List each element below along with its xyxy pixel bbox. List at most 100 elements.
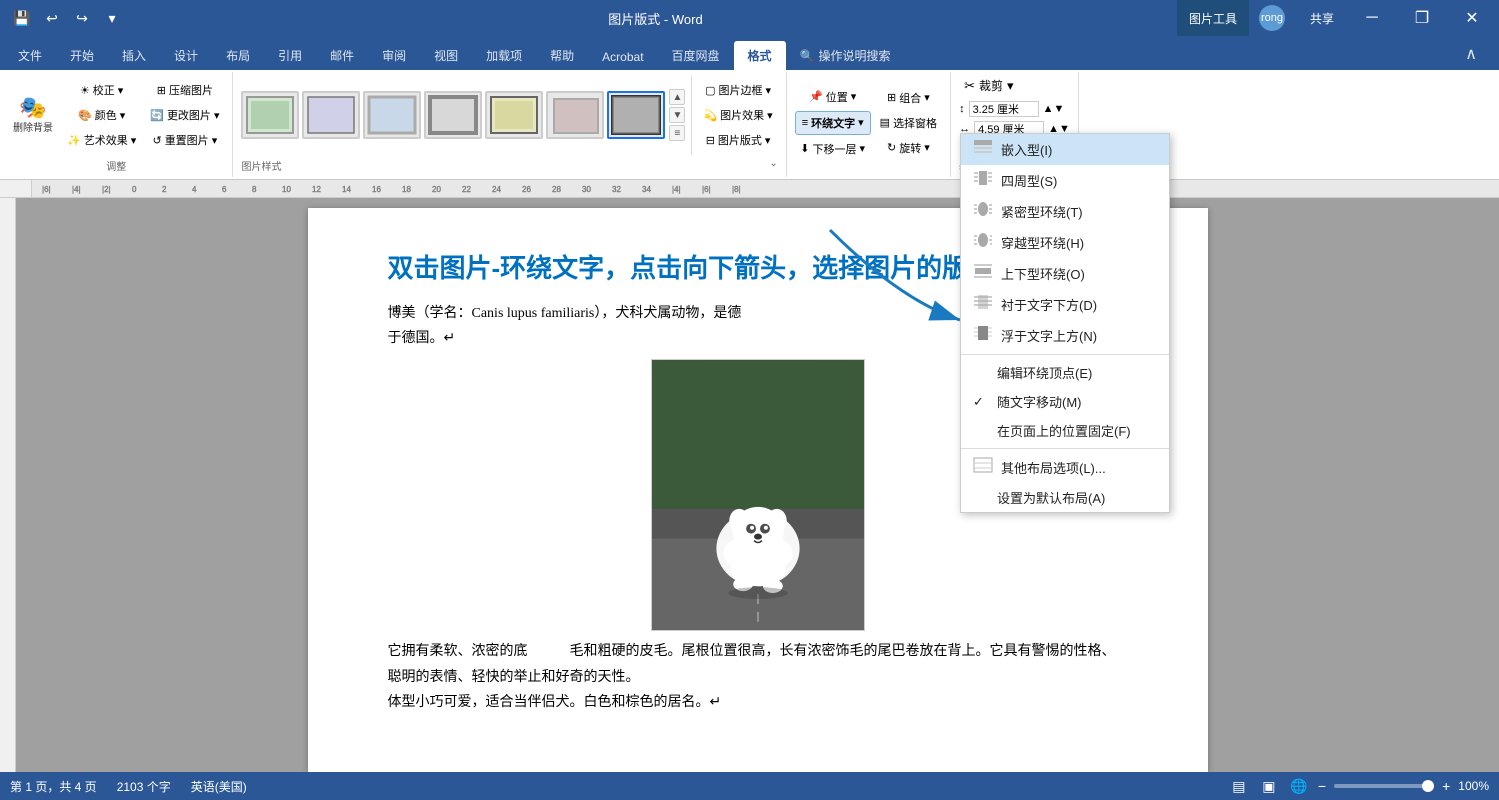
set-default-layout-item[interactable]: 设置为默认布局(A): [961, 483, 1169, 512]
read-mode-btn[interactable]: ▤: [1228, 775, 1250, 797]
more-layout-item[interactable]: 其他布局选项(L)...: [961, 452, 1169, 483]
pic-layout-btn[interactable]: ⊟ 图片版式 ▾: [698, 129, 777, 151]
wrap-inline-item[interactable]: 嵌入型(I): [961, 134, 1169, 165]
tab-help[interactable]: 帮助: [536, 41, 588, 70]
fix-position-item[interactable]: 在页面上的位置固定(F): [961, 416, 1169, 445]
change-icon: 🔄: [150, 109, 164, 122]
language: 英语(美国): [191, 778, 247, 795]
page-info: 第 1 页，共 4 页: [10, 778, 97, 795]
select-pane-icon: ▤: [880, 116, 890, 129]
window-title: 图片版式 - Word: [134, 9, 1177, 28]
svg-text:2: 2: [162, 185, 167, 194]
plus-zoom-btn[interactable]: +: [1442, 778, 1450, 794]
tab-acrobat[interactable]: Acrobat: [588, 44, 657, 70]
pic-style-3[interactable]: [363, 91, 421, 139]
rotate-btn[interactable]: ↻ 旋转 ▾: [875, 137, 942, 159]
dog-image[interactable]: [651, 359, 865, 631]
layout-dropdown-icon: ▾: [765, 134, 771, 147]
art-effect-btn[interactable]: ✨ 艺术效果 ▾: [62, 129, 141, 151]
combine-icon: ⊞: [887, 91, 896, 104]
tab-home[interactable]: 开始: [56, 41, 108, 70]
close-btn[interactable]: ✕: [1449, 0, 1495, 36]
tab-insert[interactable]: 插入: [108, 41, 160, 70]
pic-style-4[interactable]: [424, 91, 482, 139]
pic-styles-expand-btn[interactable]: ⌄: [769, 158, 777, 173]
height-input[interactable]: [969, 101, 1039, 117]
arrow-annotation: [820, 220, 980, 345]
tab-ref[interactable]: 引用: [264, 41, 316, 70]
wrap-topbottom-item[interactable]: 上下型环绕(O): [961, 258, 1169, 289]
color-btn[interactable]: 🎨 颜色 ▾: [62, 104, 141, 126]
height-spinner[interactable]: ▲▼: [1043, 103, 1065, 115]
svg-text:32: 32: [612, 185, 621, 194]
wrap-through-item[interactable]: 穿越型环绕(H): [961, 227, 1169, 258]
gallery-down-btn[interactable]: ▼: [669, 107, 685, 123]
tab-format[interactable]: 格式: [734, 41, 786, 70]
corrections-btn[interactable]: ☀ 校正 ▾: [62, 79, 141, 101]
svg-text:|4|: |4|: [72, 185, 81, 194]
word-count: 2103 个字: [117, 778, 171, 795]
document-area[interactable]: 双击图片-环绕文字，点击向下箭头，选择图片的版式 博美（学名：Canis lup…: [16, 198, 1499, 772]
minus-zoom-btn[interactable]: −: [1318, 778, 1326, 794]
wrap-infront-item[interactable]: 浮于文字上方(N): [961, 320, 1169, 351]
tab-design[interactable]: 设计: [160, 41, 212, 70]
wrap-square-item[interactable]: 四周型(S): [961, 165, 1169, 196]
wrap-tight-item[interactable]: 紧密型环绕(T): [961, 196, 1169, 227]
reset-pic-btn[interactable]: ↺ 重置图片 ▾: [145, 129, 224, 151]
gallery-more-btn[interactable]: ≡: [669, 125, 685, 141]
tab-file[interactable]: 文件: [4, 41, 56, 70]
undo-btn[interactable]: ↩: [38, 4, 66, 32]
tab-collapse[interactable]: ∧: [1451, 38, 1491, 70]
tab-baidu[interactable]: 百度网盘: [658, 41, 734, 70]
tab-layout[interactable]: 布局: [212, 41, 264, 70]
tab-mail[interactable]: 邮件: [316, 41, 368, 70]
pic-style-5[interactable]: [485, 91, 543, 139]
compress-btn[interactable]: ⊞ 压缩图片: [145, 79, 224, 101]
title-right: rong 共享 ─ ❐ ✕: [1249, 0, 1499, 36]
remove-background-btn[interactable]: 🎭 删除背景: [8, 92, 58, 138]
select-pane-btn[interactable]: ▤ 选择窗格: [875, 112, 942, 134]
edit-wrap-points-item[interactable]: 编辑环绕顶点(E): [961, 358, 1169, 387]
redo-btn[interactable]: ↪: [68, 4, 96, 32]
crop-btn[interactable]: ✂ 裁剪 ▾: [959, 74, 1018, 97]
pic-styles-content: ▲ ▼ ≡ ▢ 图片边框 ▾ 💫 图片效果 ▾ ⊟ 图片: [241, 74, 777, 156]
color-icon: 🎨: [78, 109, 92, 122]
pic-style-6[interactable]: [546, 91, 604, 139]
move-with-text-item[interactable]: ✓ 随文字移动(M): [961, 387, 1169, 416]
pic-style-1[interactable]: [241, 91, 299, 139]
pic-effect-btn[interactable]: 💫 图片效果 ▾: [698, 104, 777, 126]
corrections-dropdown-icon: ▾: [118, 84, 124, 97]
tab-search[interactable]: 🔍操作说明搜索: [786, 41, 905, 70]
minimize-btn[interactable]: ─: [1349, 0, 1395, 36]
gallery-up-btn[interactable]: ▲: [669, 89, 685, 105]
check-icon: ✓: [973, 394, 989, 410]
customize-btn[interactable]: ▾: [98, 4, 126, 32]
share-btn[interactable]: 共享: [1299, 0, 1345, 36]
wrap-dropdown-icon: ▾: [858, 116, 864, 129]
move-back-btn[interactable]: ⬇ 下移一层 ▾: [795, 138, 871, 160]
combine-btn[interactable]: ⊞ 组合 ▾: [875, 87, 942, 109]
change-pic-btn[interactable]: 🔄 更改图片 ▾: [145, 104, 224, 126]
tab-addins[interactable]: 加载项: [472, 41, 536, 70]
move-back-icon: ⬇: [800, 142, 809, 155]
restore-btn[interactable]: ❐: [1399, 0, 1445, 36]
zoom-thumb[interactable]: [1422, 780, 1434, 792]
position-icon: 📌: [809, 90, 823, 103]
svg-text:20: 20: [432, 185, 441, 194]
wrap-behind-item[interactable]: 衬于文字下方(D): [961, 289, 1169, 320]
tab-view[interactable]: 视图: [420, 41, 472, 70]
position-btn[interactable]: 📌 位置 ▾: [795, 86, 871, 108]
print-layout-btn[interactable]: ▣: [1258, 775, 1280, 797]
layout-icon: ⊟: [706, 134, 715, 147]
wrap-text-btn[interactable]: ≡ 环绕文字 ▾: [795, 111, 871, 135]
left-sidebar: [0, 198, 16, 772]
save-btn[interactable]: 💾: [8, 4, 36, 32]
pic-border-btn[interactable]: ▢ 图片边框 ▾: [698, 79, 777, 101]
ruler-content: |6| |4| |2| 0 2 4 6 8 10 12 14 16 18 20 …: [32, 180, 1499, 197]
pic-style-7[interactable]: [607, 91, 665, 139]
tab-review[interactable]: 审阅: [368, 41, 420, 70]
svg-text:16: 16: [372, 185, 381, 194]
pic-style-2[interactable]: [302, 91, 360, 139]
zoom-slider[interactable]: [1334, 784, 1434, 788]
web-view-btn[interactable]: 🌐: [1288, 775, 1310, 797]
